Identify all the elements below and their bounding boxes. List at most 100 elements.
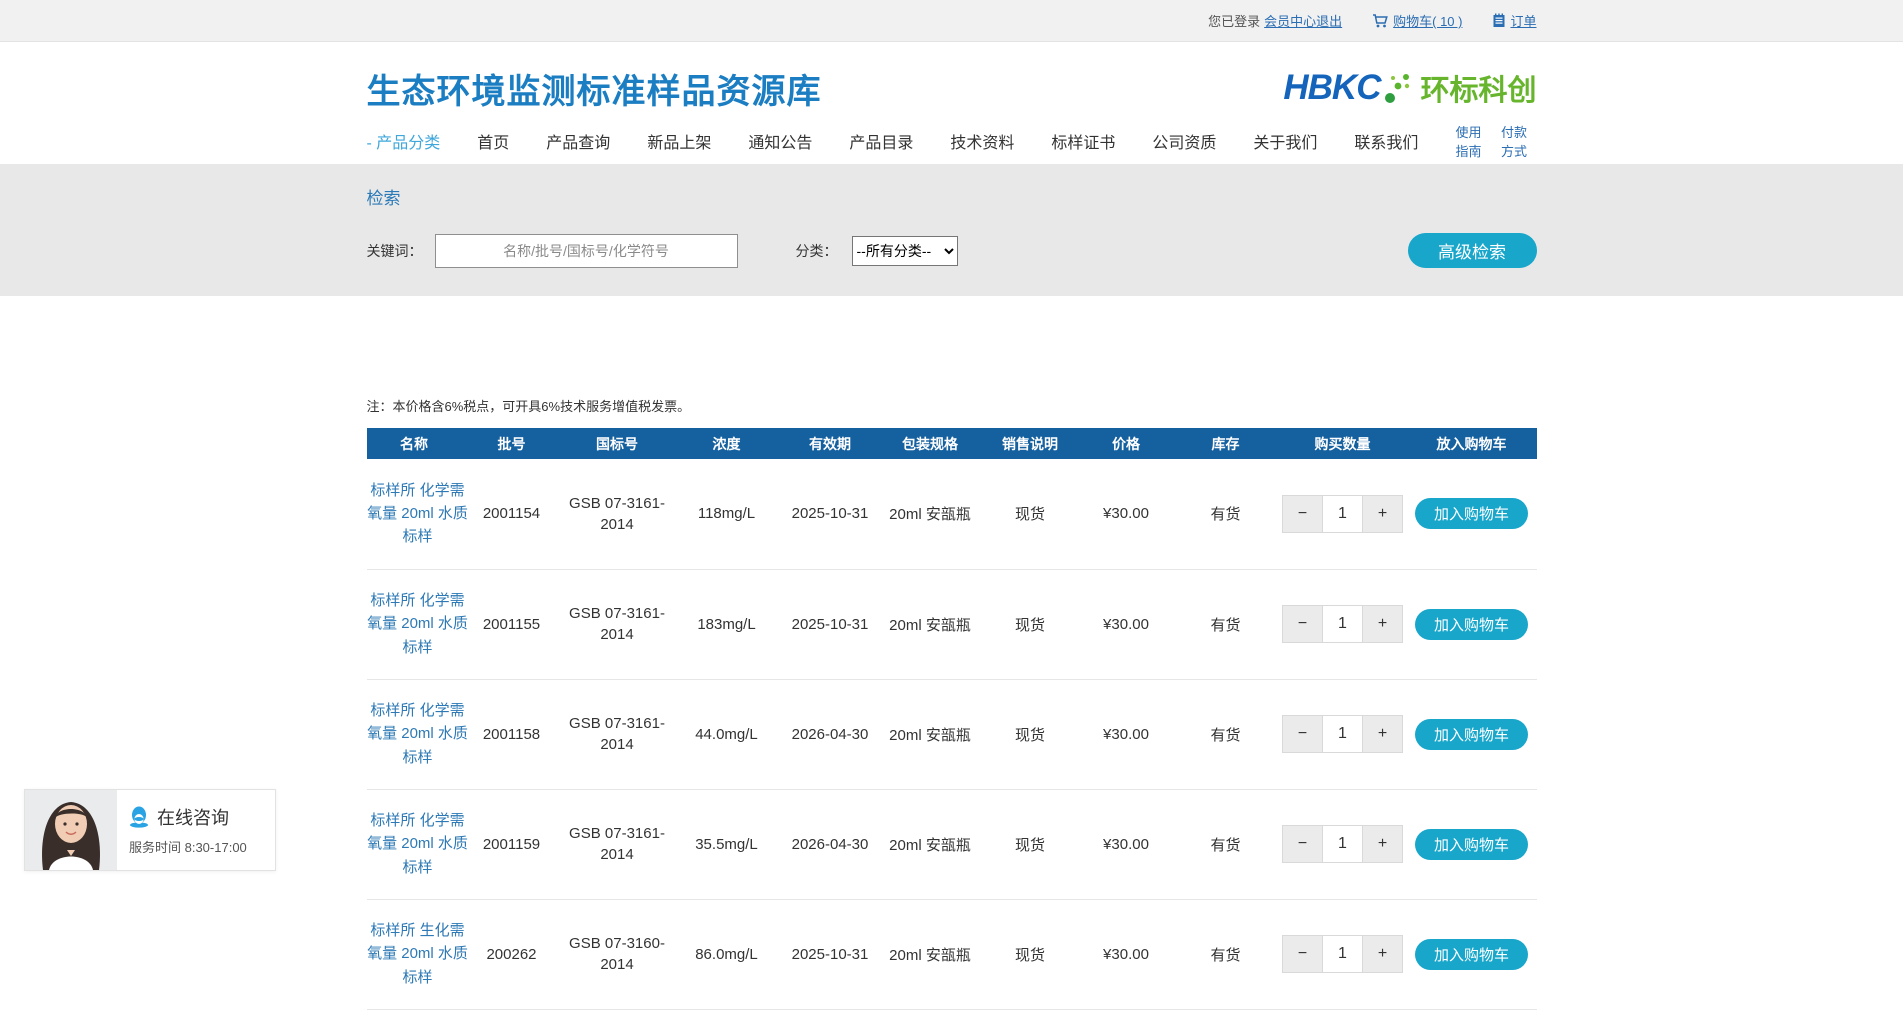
orders-entry[interactable]: 订单: [1492, 11, 1536, 30]
quantity-decrease-button[interactable]: −: [1283, 606, 1322, 642]
add-to-cart-button[interactable]: 加入购物车: [1415, 498, 1528, 529]
logo-cn-text: 环标科创: [1420, 67, 1536, 109]
service-agent-avatar: [25, 790, 117, 870]
user-guide-link[interactable]: 使用指南: [1455, 122, 1491, 160]
quantity-increase-button[interactable]: +: [1363, 936, 1402, 972]
molecule-dots-icon: [1384, 72, 1410, 104]
quantity-increase-button[interactable]: +: [1363, 606, 1402, 642]
main-nav: - 产品分类 首页 产品查询 新品上架 通知公告 产品目录 技术资料 标样证书 …: [367, 118, 1537, 164]
add-to-cart-button[interactable]: 加入购物车: [1415, 609, 1528, 640]
nav-item-about-us[interactable]: 关于我们: [1253, 129, 1317, 153]
header: 生态环境监测标准样品资源库 HBKC 环标科创 - 产品分类 首页 产品查询 新…: [0, 42, 1903, 164]
chat-title: 在线咨询: [157, 804, 229, 830]
table-row: 标样所 化学需氧量 20ml 水质标样 2001158 GSB 07-3161-…: [367, 679, 1537, 789]
nav-item-announcements[interactable]: 通知公告: [748, 129, 812, 153]
quantity-input[interactable]: [1322, 936, 1363, 972]
nav-item-company-qualifications[interactable]: 公司资质: [1152, 129, 1216, 153]
product-name-link[interactable]: 标样所 化学需氧量 20ml 水质标样: [367, 479, 469, 549]
product-name-link[interactable]: 标样所 化学需氧量 20ml 水质标样: [367, 699, 469, 769]
logo-hbkc-text: HBKC: [1283, 68, 1380, 108]
nav-item-product-categories[interactable]: - 产品分类: [367, 129, 441, 153]
table-header-row: 名称批号国标号浓度有效期包装规格销售说明价格库存购买数量放入购物车: [367, 428, 1537, 459]
standard-number-cell: GSB 07-3161-2014: [569, 713, 665, 755]
standard-number-cell: GSB 07-3161-2014: [569, 823, 665, 865]
package-spec-cell: 20ml 安瓿瓶: [880, 789, 981, 899]
add-to-cart-button[interactable]: 加入购物车: [1415, 829, 1528, 860]
expiry-date-cell: 2026-04-30: [781, 679, 880, 789]
nav-item-certificates[interactable]: 标样证书: [1051, 129, 1115, 153]
login-status: 您已登录 会员中心退出: [1208, 11, 1342, 30]
nav-item-home[interactable]: 首页: [477, 129, 509, 153]
price-cell: ¥30.00: [1080, 899, 1173, 1009]
quantity-decrease-button[interactable]: −: [1283, 826, 1322, 862]
standard-number-cell: GSB 07-3161-2014: [569, 493, 665, 535]
member-center-logout-link[interactable]: 会员中心退出: [1264, 11, 1342, 30]
products-table: 名称批号国标号浓度有效期包装规格销售说明价格库存购买数量放入购物车 标样所 化学…: [367, 428, 1537, 1010]
nav-item-new-arrivals[interactable]: 新品上架: [647, 129, 711, 153]
table-row: 标样所 化学需氧量 20ml 水质标样 2001155 GSB 07-3161-…: [367, 569, 1537, 679]
cart-link[interactable]: 购物车( 10 ): [1393, 11, 1462, 30]
price-cell: ¥30.00: [1080, 789, 1173, 899]
keyword-label: 关键词：: [367, 241, 423, 261]
nav-item-contact-us[interactable]: 联系我们: [1354, 129, 1418, 153]
nav-item-product-catalog[interactable]: 产品目录: [849, 129, 913, 153]
quantity-stepper: − +: [1282, 715, 1403, 753]
package-spec-cell: 20ml 安瓿瓶: [880, 679, 981, 789]
site-title: 生态环境监测标准样品资源库: [367, 64, 822, 113]
table-row: 标样所 生化需氧量 20ml 水质标样 200262 GSB 07-3160-2…: [367, 899, 1537, 1009]
quantity-input[interactable]: [1322, 826, 1363, 862]
nav-item-technical-docs[interactable]: 技术资料: [950, 129, 1014, 153]
advanced-search-button[interactable]: 高级检索: [1408, 233, 1537, 268]
price-cell: ¥30.00: [1080, 679, 1173, 789]
sale-note-cell: 现货: [981, 679, 1080, 789]
concentration-cell: 35.5mg/L: [673, 789, 781, 899]
quantity-increase-button[interactable]: +: [1363, 826, 1402, 862]
sale-note-cell: 现货: [981, 569, 1080, 679]
price-cell: ¥30.00: [1080, 459, 1173, 569]
column-header: 名称: [367, 428, 462, 459]
quantity-input[interactable]: [1322, 716, 1363, 752]
expiry-date-cell: 2025-10-31: [781, 569, 880, 679]
quantity-decrease-button[interactable]: −: [1283, 716, 1322, 752]
batch-number-cell: 200262: [462, 899, 562, 1009]
package-spec-cell: 20ml 安瓿瓶: [880, 569, 981, 679]
product-name-link[interactable]: 标样所 化学需氧量 20ml 水质标样: [367, 589, 469, 659]
topbar: 您已登录 会员中心退出 购物车( 10 ) 订单: [0, 0, 1903, 42]
concentration-cell: 86.0mg/L: [673, 899, 781, 1009]
category-select[interactable]: --所有分类--: [852, 236, 958, 266]
keyword-input[interactable]: [435, 234, 738, 268]
concentration-cell: 44.0mg/L: [673, 679, 781, 789]
quantity-input[interactable]: [1322, 606, 1363, 642]
expiry-date-cell: 2025-10-31: [781, 459, 880, 569]
chat-service-hours: 服务时间 8:30-17:00: [129, 837, 275, 856]
add-to-cart-button[interactable]: 加入购物车: [1415, 719, 1528, 750]
cart-icon: [1372, 13, 1389, 29]
orders-icon: [1492, 13, 1506, 28]
quantity-increase-button[interactable]: +: [1363, 496, 1402, 532]
payment-methods-link[interactable]: 付款方式: [1501, 122, 1537, 160]
quantity-stepper: − +: [1282, 935, 1403, 973]
qq-icon: [129, 806, 149, 828]
column-header: 国标号: [562, 428, 673, 459]
add-to-cart-button[interactable]: 加入购物车: [1415, 939, 1528, 970]
quantity-decrease-button[interactable]: −: [1283, 496, 1322, 532]
concentration-cell: 118mg/L: [673, 459, 781, 569]
quantity-stepper: − +: [1282, 495, 1403, 533]
product-name-link[interactable]: 标样所 化学需氧量 20ml 水质标样: [367, 809, 469, 879]
quantity-input[interactable]: [1322, 496, 1363, 532]
stock-status-cell: 有货: [1173, 459, 1279, 569]
quantity-increase-button[interactable]: +: [1363, 716, 1402, 752]
expiry-date-cell: 2025-10-31: [781, 899, 880, 1009]
batch-number-cell: 2001159: [462, 789, 562, 899]
quantity-stepper: − +: [1282, 825, 1403, 863]
product-name-link[interactable]: 标样所 生化需氧量 20ml 水质标样: [367, 919, 469, 989]
orders-link[interactable]: 订单: [1510, 11, 1536, 30]
table-row: 标样所 化学需氧量 20ml 水质标样 2001159 GSB 07-3161-…: [367, 789, 1537, 899]
online-chat-widget[interactable]: 在线咨询 服务时间 8:30-17:00: [24, 789, 276, 871]
column-header: 销售说明: [981, 428, 1080, 459]
price-cell: ¥30.00: [1080, 569, 1173, 679]
quantity-decrease-button[interactable]: −: [1283, 936, 1322, 972]
nav-item-product-search[interactable]: 产品查询: [546, 129, 610, 153]
cart-entry[interactable]: 购物车( 10 ): [1372, 11, 1462, 30]
main-content: 注：本价格含6%税点，可开具6%技术服务增值税发票。 名称批号国标号浓度有效期包…: [367, 396, 1537, 1010]
